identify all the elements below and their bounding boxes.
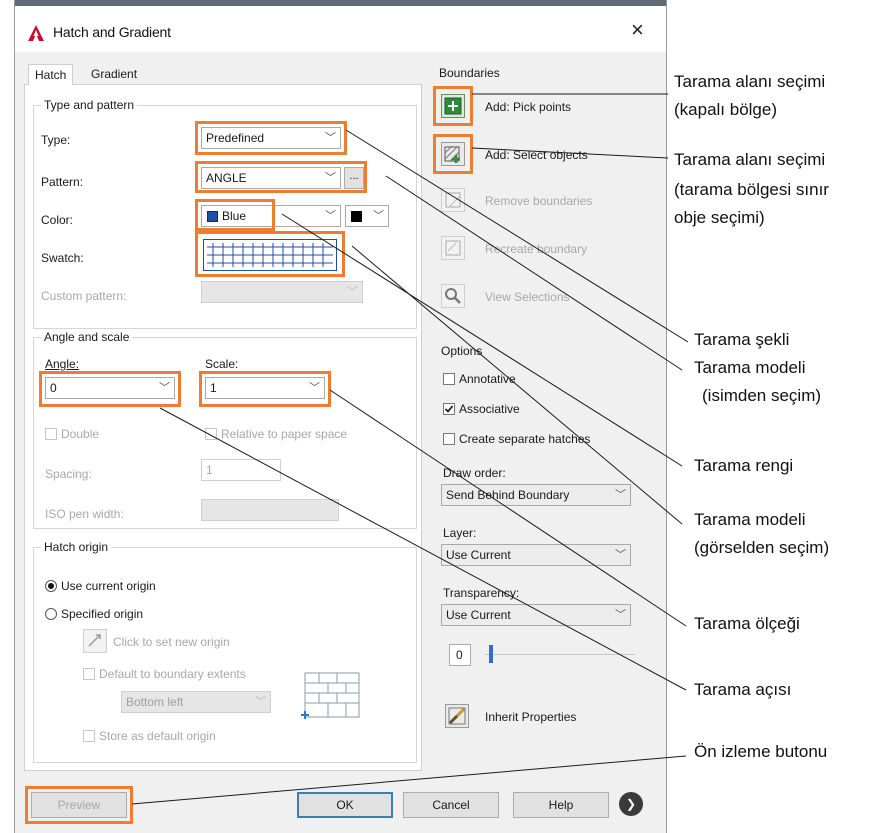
annotation-pattern-line2: (isimden seçim) (702, 386, 822, 405)
annotation-leaders (131, 93, 689, 805)
annotation-select-line1: Tarama alanı seçimi (674, 150, 826, 169)
tab-hatch[interactable]: Hatch (28, 64, 74, 85)
annotation-select-line3: obje seçimi) (674, 208, 765, 227)
leader-preview (131, 755, 687, 805)
annotation-select-line2: (tarama bölgesi sınır (674, 180, 829, 199)
annotation-swatch-line2: (görselden seçim) (694, 538, 830, 557)
annotation-type: Tarama şekli (694, 330, 790, 349)
annotation-pattern-line1: Tarama modeli (694, 358, 806, 377)
leader-type (345, 129, 689, 343)
annotation-angle: Tarama açısı (694, 680, 792, 699)
annotation-color: Tarama rengi (694, 456, 794, 475)
annotation-scale: Tarama ölçeği (694, 614, 800, 633)
annotation-swatch-line1: Tarama modeli (694, 510, 806, 529)
leader-swatch (351, 245, 683, 525)
annotation-preview: Ön izleme butonu (694, 742, 828, 761)
leader-angle (159, 407, 687, 691)
annotation-pick-line1: Tarama alanı seçimi (674, 72, 826, 91)
leader-scale (329, 389, 687, 627)
leader-select-objects (471, 147, 669, 159)
leader-pattern (385, 175, 683, 371)
leader-color (281, 213, 683, 467)
annotation-pick-line2: (kapalı bölge) (674, 100, 778, 119)
